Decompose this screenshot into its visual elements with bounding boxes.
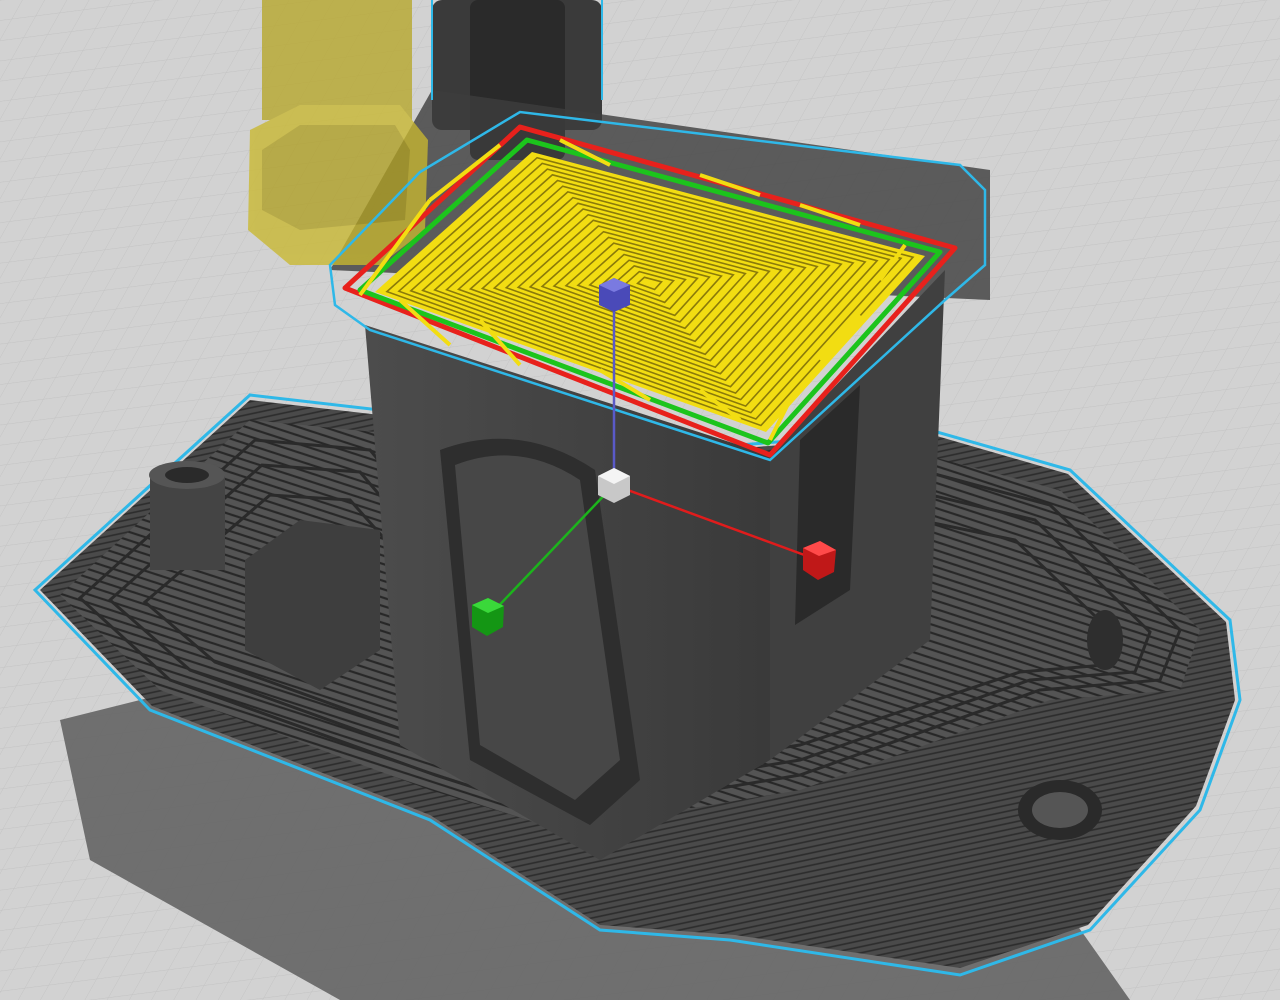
3d-viewport[interactable]: [0, 0, 1280, 1000]
bow-bollard: [149, 461, 225, 570]
hull-porthole: [1018, 780, 1102, 840]
z-axis-handle[interactable]: [599, 278, 630, 312]
print-preview-scene[interactable]: [0, 0, 1280, 1000]
nozzle: [248, 0, 428, 265]
hull-anchor-hole: [1087, 610, 1123, 670]
